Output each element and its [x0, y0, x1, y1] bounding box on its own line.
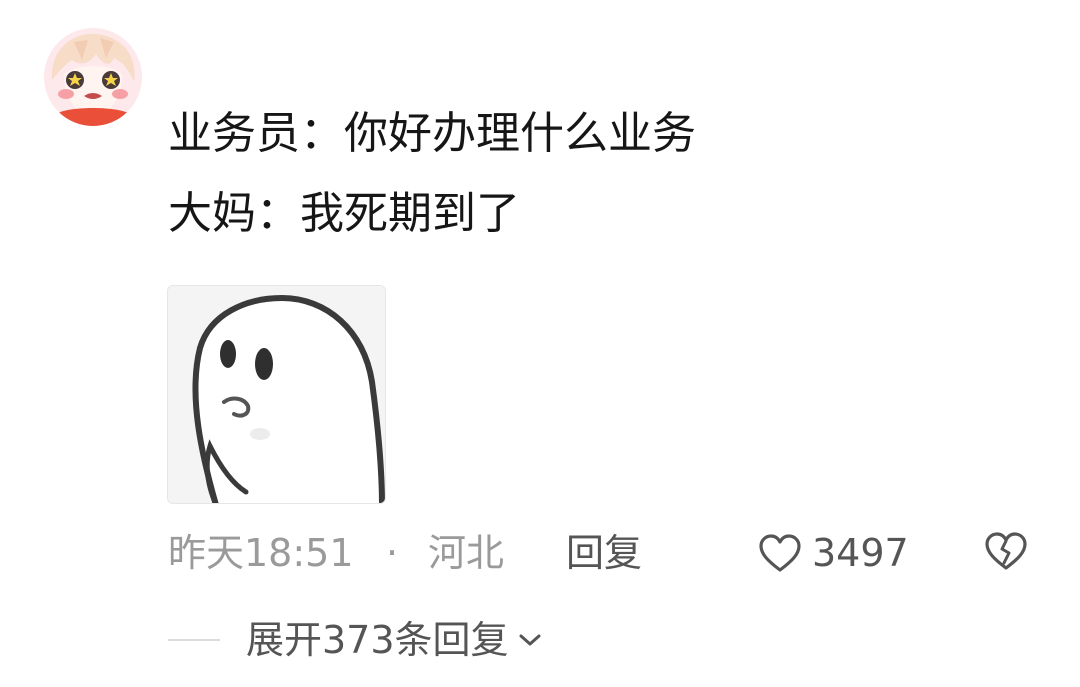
dislike-button[interactable]	[984, 531, 1028, 575]
reply-button[interactable]: 回复	[566, 525, 642, 581]
divider	[168, 639, 220, 641]
comment-time: 昨天18:51	[168, 531, 354, 575]
expand-replies-button[interactable]: 展开373条回复	[168, 612, 543, 668]
comment-sticker-image[interactable]	[167, 285, 386, 504]
like-button[interactable]: 3497	[758, 525, 909, 581]
comment-line: 大妈：我死期到了	[168, 188, 520, 239]
ghost-sticker-icon	[168, 286, 385, 503]
like-count: 3497	[812, 531, 909, 575]
chevron-down-icon	[519, 634, 541, 646]
broken-heart-icon	[985, 532, 1027, 570]
comment-meta: 昨天18:51 · 河北 回复	[168, 525, 1048, 581]
anime-girl-avatar-icon	[44, 28, 142, 126]
comment-location: 河北	[428, 531, 505, 575]
expand-replies-label: 展开373条回复	[246, 618, 509, 662]
comment-body: 业务员：你好办理什么业务 大妈：我死期到了	[168, 104, 1048, 244]
heart-outline-icon	[759, 534, 801, 572]
comment-line: 业务员：你好办理什么业务	[168, 108, 696, 159]
user-avatar[interactable]	[44, 28, 142, 126]
meta-separator: ·	[386, 531, 399, 575]
